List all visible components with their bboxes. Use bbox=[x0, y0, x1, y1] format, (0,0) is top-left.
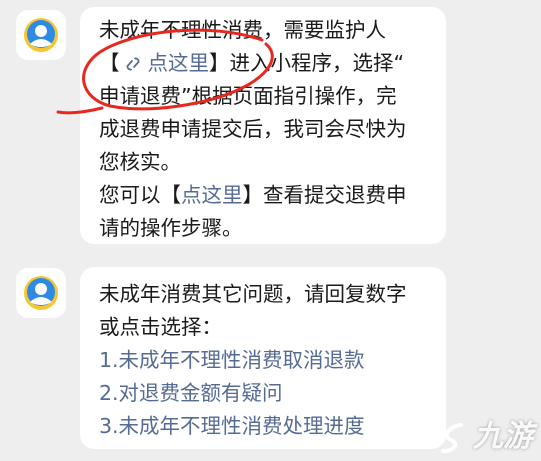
service-avatar[interactable] bbox=[16, 268, 66, 318]
message-text-line: 您核实。 bbox=[99, 150, 181, 174]
option-processing-progress[interactable]: 3.未成年不理性消费处理进度 bbox=[99, 410, 446, 443]
message-text-line: 未成年不理性消费，需要监护人 bbox=[99, 18, 386, 42]
watermark-text: 九游 bbox=[473, 419, 533, 454]
customer-service-avatar-icon bbox=[24, 276, 58, 310]
message-text-fragment: 您可以【 bbox=[99, 183, 181, 207]
message-text-line: 或点击选择： bbox=[99, 315, 222, 339]
message-text-line: 请的操作步骤。 bbox=[99, 216, 243, 240]
option-refund-amount-question[interactable]: 2.对退费金额有疑问 bbox=[99, 377, 446, 410]
jiuyou-logo-icon bbox=[441, 422, 463, 453]
message-text-fragment: 】进入小程序，选择“ bbox=[209, 51, 405, 75]
watermark-logo: 九游 bbox=[437, 411, 533, 455]
bracket-open: 【 bbox=[99, 51, 120, 75]
message-text-fragment: 】查看提交退费申 bbox=[242, 183, 407, 207]
message-text-line: 未成年消费其它问题，请回复数字 bbox=[99, 282, 407, 306]
customer-service-avatar-icon bbox=[24, 18, 58, 52]
mini-program-link-icon bbox=[126, 57, 139, 71]
steps-link[interactable]: 点这里 bbox=[181, 183, 243, 207]
service-avatar[interactable] bbox=[16, 10, 66, 60]
message-text-line: 申请退费”根据页面指引操作，完 bbox=[99, 84, 397, 108]
message-bubble: 未成年不理性消费，需要监护人 【 点这里】进入小程序，选择“ 申请退费”根据页面… bbox=[80, 7, 446, 244]
option-cancel-refund[interactable]: 1.未成年不理性消费取消退款 bbox=[99, 344, 446, 377]
message-text-line: 成退费申请提交后，我司会尽快为 bbox=[99, 117, 407, 141]
message-bubble: 未成年消费其它问题，请回复数字 或点击选择： 1.未成年不理性消费取消退款 2.… bbox=[80, 267, 446, 449]
chat-window: 未成年不理性消费，需要监护人 【 点这里】进入小程序，选择“ 申请退费”根据页面… bbox=[0, 0, 541, 461]
mini-program-link[interactable]: 点这里 bbox=[148, 51, 210, 75]
message-text-line: 【 点这里】进入小程序，选择“ bbox=[99, 47, 446, 80]
message-text-line: 您可以【点这里】查看提交退费申 bbox=[99, 179, 446, 212]
